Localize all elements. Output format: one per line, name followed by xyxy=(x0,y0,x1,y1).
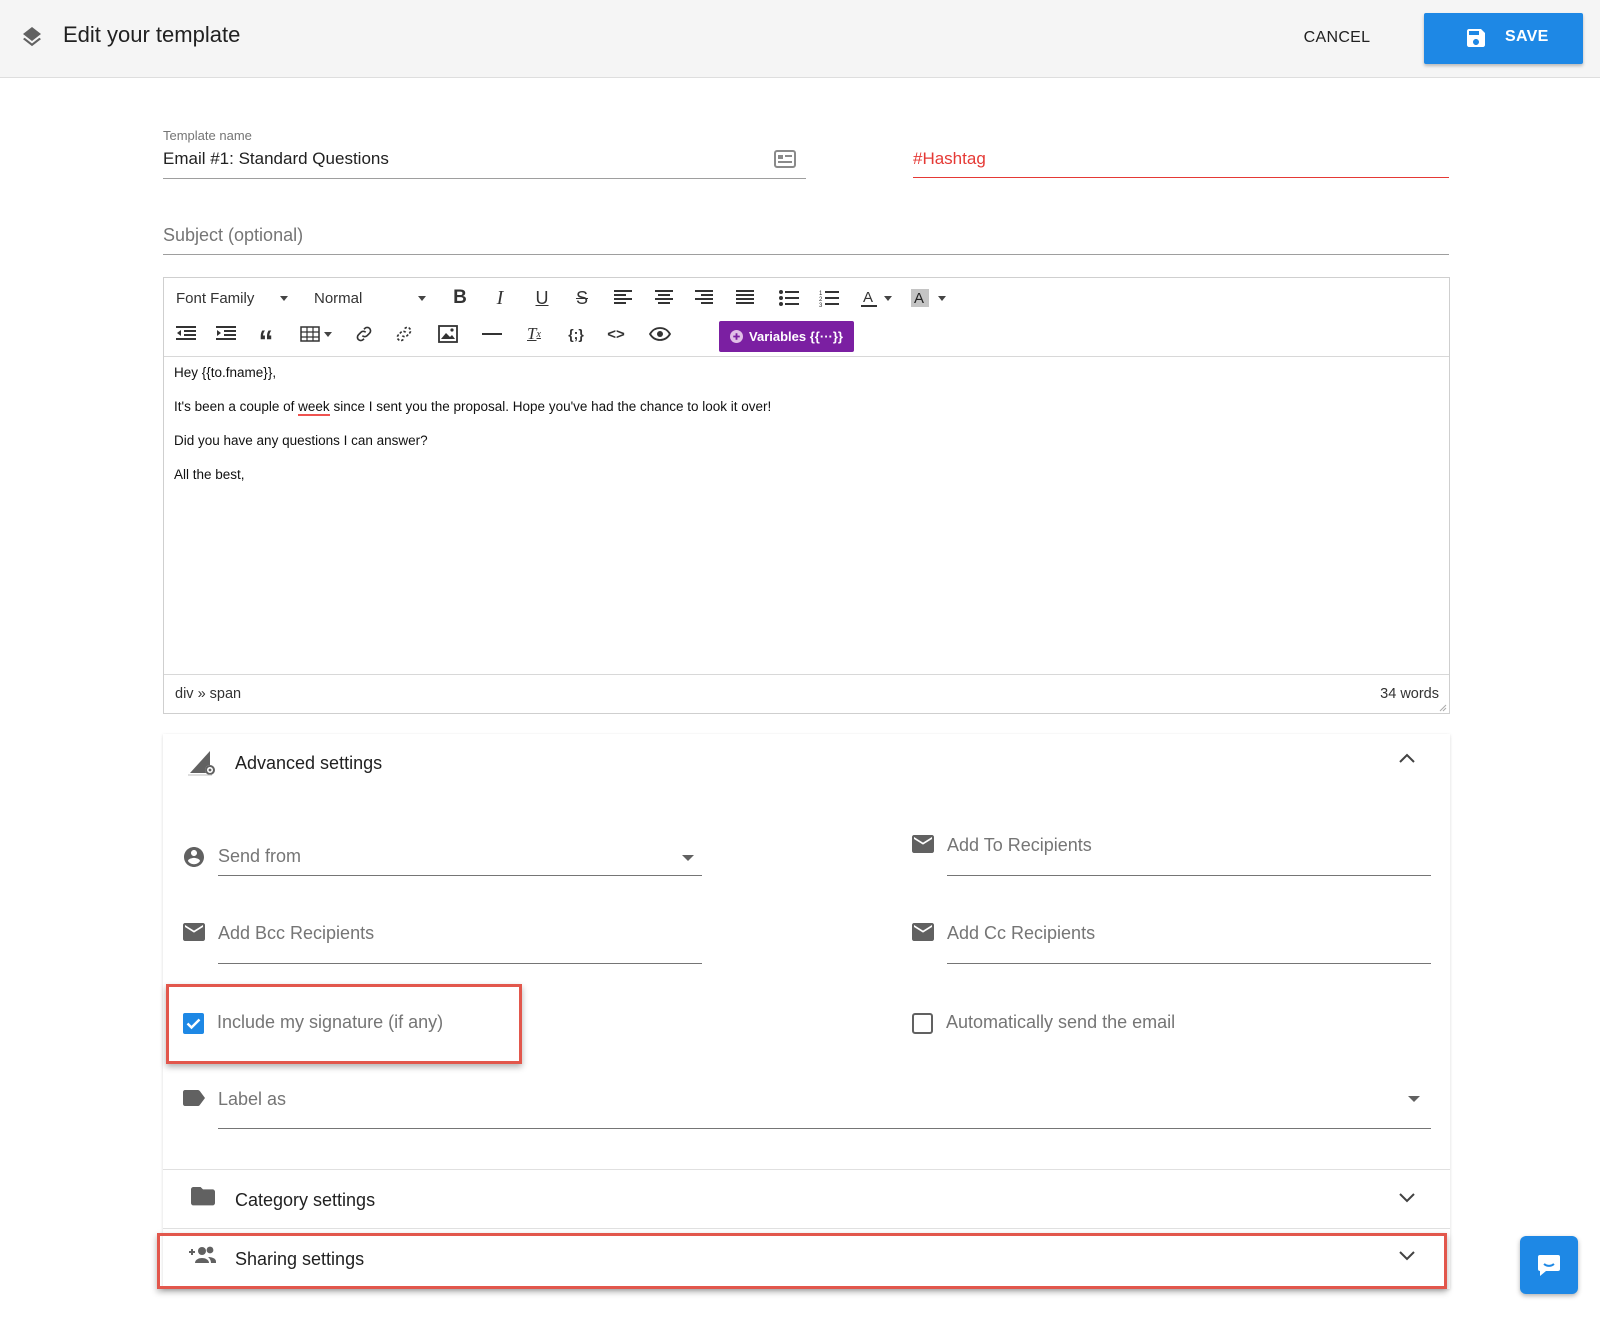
category-settings-title[interactable]: Category settings xyxy=(235,1190,375,1211)
template-name-underline xyxy=(163,178,806,179)
page-title: Edit your template xyxy=(63,22,241,47)
word-count: 34 words xyxy=(1380,686,1439,702)
align-left-icon[interactable] xyxy=(611,286,635,310)
highlight-dropdown-icon[interactable] xyxy=(936,286,948,310)
italic-icon[interactable]: I xyxy=(488,286,512,310)
cancel-button[interactable]: CANCEL xyxy=(1296,22,1378,54)
align-center-icon[interactable] xyxy=(652,286,676,310)
chevron-down-icon[interactable] xyxy=(682,855,694,861)
label-as-underline xyxy=(218,1128,1431,1129)
template-name-label: Template name xyxy=(163,128,252,143)
chevron-down-icon xyxy=(280,295,289,301)
placeholder-braces-icon[interactable]: {;} xyxy=(564,322,588,346)
chevron-down-icon[interactable] xyxy=(1408,1096,1420,1102)
blockquote-icon[interactable]: “ xyxy=(254,322,278,357)
mail-icon xyxy=(911,922,935,942)
content-line: It's been a couple of week since I sent … xyxy=(174,399,772,416)
subject-input[interactable]: Subject (optional) xyxy=(163,225,303,246)
outdent-icon[interactable] xyxy=(174,322,198,346)
misspelled-word[interactable]: week xyxy=(298,399,330,416)
editor-statusbar: div » span 34 words xyxy=(164,674,1449,714)
chevron-down-icon xyxy=(418,295,427,301)
font-family-label: Font Family xyxy=(176,289,255,307)
svg-text:A: A xyxy=(863,289,873,306)
svg-text:3: 3 xyxy=(819,303,823,307)
divider xyxy=(163,1169,1450,1170)
unlink-icon[interactable] xyxy=(392,322,416,346)
divider xyxy=(163,1228,1450,1229)
mail-icon xyxy=(182,922,206,942)
variables-button[interactable]: Variables {{···}} xyxy=(719,321,854,352)
text-color-dropdown-icon[interactable] xyxy=(882,286,894,310)
font-family-select[interactable]: Font Family xyxy=(176,286,289,310)
hashtag-input[interactable]: #Hashtag xyxy=(913,149,986,169)
folder-icon xyxy=(191,1186,215,1206)
app-bar: Edit your template CANCEL SAVE xyxy=(0,0,1600,78)
save-button[interactable]: SAVE xyxy=(1424,13,1583,64)
source-code-icon[interactable]: <> xyxy=(604,322,628,346)
rich-text-editor: Font Family Normal B I U S 123 A A “ T x… xyxy=(163,277,1450,714)
highlight-color-icon[interactable]: A xyxy=(909,286,931,310)
numbered-list-icon[interactable]: 123 xyxy=(816,286,842,310)
content-line: Did you have any questions I can answer? xyxy=(174,433,428,448)
template-name-input[interactable]: Email #1: Standard Questions xyxy=(163,149,763,169)
template-card-icon[interactable] xyxy=(774,150,796,168)
indent-icon[interactable] xyxy=(214,322,238,346)
clear-formatting-icon[interactable]: Tx xyxy=(522,322,546,346)
font-size-select[interactable]: Normal xyxy=(314,286,427,310)
advanced-settings-icon xyxy=(188,747,218,777)
font-size-label: Normal xyxy=(314,289,363,307)
link-icon[interactable] xyxy=(352,322,376,346)
chat-support-button[interactable] xyxy=(1520,1236,1578,1294)
auto-send-checkbox[interactable] xyxy=(912,1013,933,1034)
add-cc-recipients-input[interactable]: Add Cc Recipients xyxy=(947,923,1095,944)
bulleted-list-icon[interactable] xyxy=(776,286,802,310)
subject-underline xyxy=(163,254,1449,255)
underline-icon[interactable]: U xyxy=(530,286,554,310)
align-justify-icon[interactable] xyxy=(733,286,757,310)
chevron-down-icon[interactable] xyxy=(1398,1250,1416,1262)
image-icon[interactable] xyxy=(436,322,460,346)
horizontal-rule-icon[interactable] xyxy=(480,322,504,346)
label-as-select[interactable]: Label as xyxy=(218,1089,286,1110)
add-bcc-recipients-input[interactable]: Add Bcc Recipients xyxy=(218,923,374,944)
element-path: div » span xyxy=(175,686,242,702)
send-from-select[interactable]: Send from xyxy=(218,846,301,867)
chevron-down-icon[interactable] xyxy=(1398,1192,1416,1204)
variables-button-label: Variables {{···}} xyxy=(749,329,843,344)
add-bcc-underline xyxy=(218,963,702,964)
chat-bubble-icon xyxy=(1536,1252,1562,1278)
advanced-settings-title[interactable]: Advanced settings xyxy=(235,753,382,774)
sharing-settings-title[interactable]: Sharing settings xyxy=(235,1249,364,1270)
table-icon[interactable] xyxy=(298,322,334,346)
editor-content[interactable]: Hey {{to.fname}}, It's been a couple of … xyxy=(164,357,1449,674)
send-from-underline xyxy=(218,875,702,876)
layers-icon xyxy=(20,25,44,49)
account-circle-icon xyxy=(182,845,206,869)
bold-icon[interactable]: B xyxy=(448,286,472,310)
chevron-up-icon[interactable] xyxy=(1398,752,1416,764)
include-signature-label[interactable]: Include my signature (if any) xyxy=(217,1012,443,1033)
content-line: All the best, xyxy=(174,467,245,482)
svg-text:A: A xyxy=(914,290,924,307)
hashtag-underline xyxy=(913,177,1449,178)
floppy-disk-icon xyxy=(1464,26,1488,50)
text-color-icon[interactable]: A xyxy=(858,286,880,310)
signature-checkbox[interactable] xyxy=(183,1013,204,1034)
save-button-label: SAVE xyxy=(1505,28,1549,45)
auto-send-label[interactable]: Automatically send the email xyxy=(946,1012,1175,1033)
align-right-icon[interactable] xyxy=(692,286,716,310)
mail-icon xyxy=(911,834,935,854)
content-line: Hey {{to.fname}}, xyxy=(174,365,277,380)
label-tag-icon xyxy=(182,1089,206,1107)
add-to-underline xyxy=(947,875,1431,876)
editor-toolbar: Font Family Normal B I U S 123 A A “ T x… xyxy=(164,278,1449,357)
group-add-icon xyxy=(189,1245,217,1265)
add-cc-underline xyxy=(947,963,1431,964)
preview-eye-icon[interactable] xyxy=(648,322,672,346)
add-circle-icon xyxy=(730,330,744,343)
resize-handle-icon[interactable] xyxy=(1439,704,1447,712)
strikethrough-icon[interactable]: S xyxy=(570,286,594,310)
add-to-recipients-input[interactable]: Add To Recipients xyxy=(947,835,1092,856)
